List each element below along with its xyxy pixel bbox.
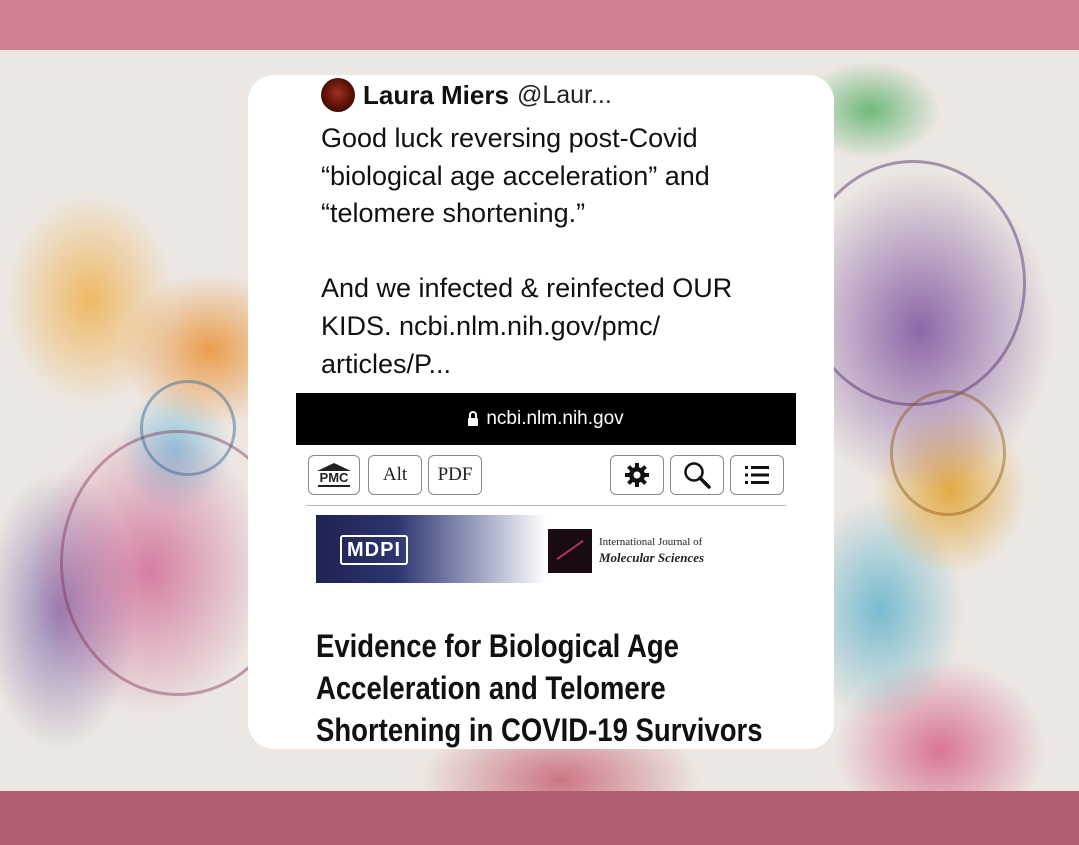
list-icon <box>745 466 769 484</box>
pdf-label: PDF <box>437 464 473 485</box>
settings-button[interactable] <box>610 455 664 495</box>
pmc-label: PMC <box>317 470 351 487</box>
tweet-header: Laura Miers @Laur... <box>321 78 612 112</box>
pdf-button[interactable]: PDF <box>428 455 482 495</box>
publisher-banner[interactable]: MDPI International Journal of Molecular … <box>316 515 776 583</box>
embedded-article-screenshot[interactable]: ncbi.nlm.nih.gov PMC Alt PDF MDPI Intern… <box>296 393 796 749</box>
search-button[interactable] <box>670 455 724 495</box>
author-name[interactable]: Laura Miers <box>363 80 509 111</box>
avatar[interactable] <box>321 78 355 112</box>
alt-label: Alt <box>382 464 408 485</box>
search-icon <box>684 462 711 489</box>
top-band <box>0 0 1079 50</box>
pmc-logo-icon: PMC <box>317 463 351 487</box>
art-flower-outline <box>140 380 236 476</box>
lock-icon <box>468 411 479 426</box>
article-title: Evidence for Biological Age Acceleration… <box>316 628 763 748</box>
art-flower-outline <box>890 390 1006 516</box>
toolbar-divider <box>306 505 786 506</box>
tweet-text: Good luck reversing post-Covid “biologic… <box>321 123 733 379</box>
tweet-card: Laura Miers @Laur... Good luck reversing… <box>248 75 834 749</box>
pmc-home-button[interactable]: PMC <box>308 455 360 495</box>
mdpi-logo: MDPI <box>340 535 408 565</box>
bottom-band <box>0 791 1079 845</box>
journal-name-line1: International Journal of <box>599 536 703 548</box>
journal-logo-icon <box>548 529 592 573</box>
url-bar: ncbi.nlm.nih.gov <box>296 393 796 445</box>
author-handle[interactable]: @Laur... <box>517 81 612 110</box>
journal-name-line2: Molecular Sciences <box>599 550 705 565</box>
alt-button[interactable]: Alt <box>368 455 422 495</box>
menu-button[interactable] <box>730 455 784 495</box>
gear-icon <box>625 463 649 487</box>
url-text: ncbi.nlm.nih.gov <box>486 408 624 429</box>
